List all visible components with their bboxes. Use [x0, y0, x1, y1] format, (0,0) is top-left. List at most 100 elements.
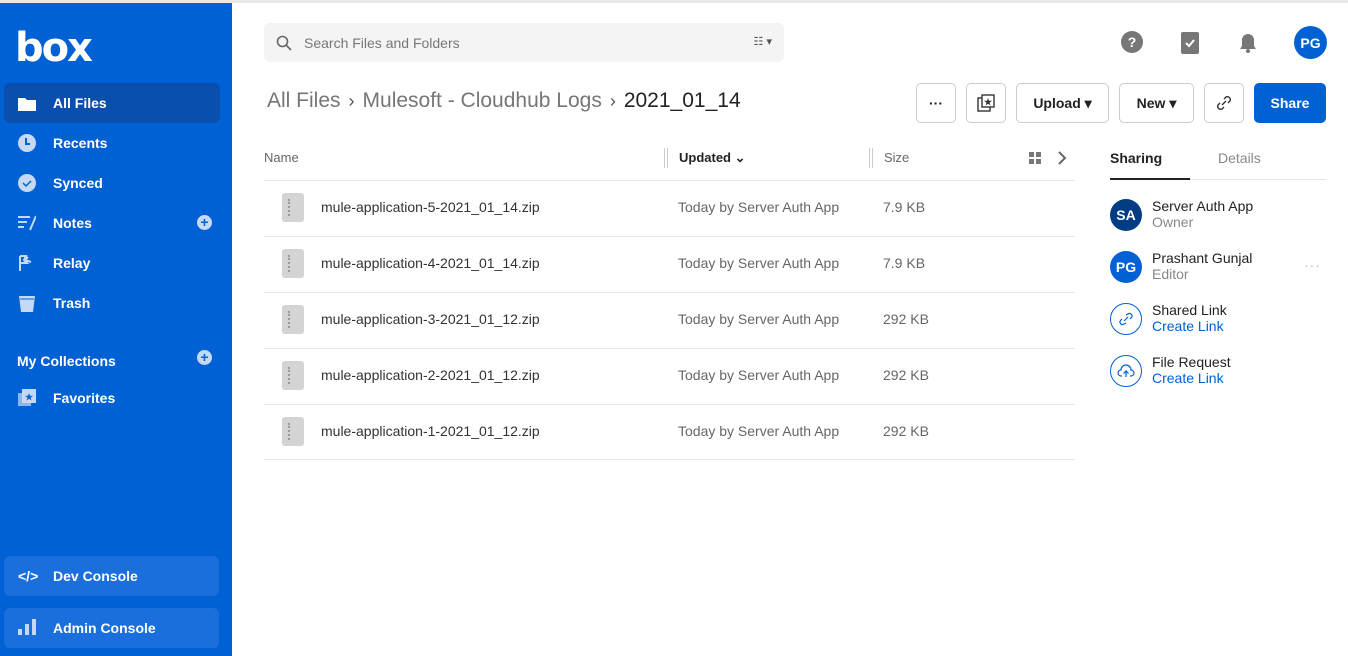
plus-icon[interactable]: +	[197, 350, 212, 365]
file-name[interactable]: mule-application-3-2021_01_12.zip	[321, 311, 540, 327]
table-row[interactable]: mule-application-5-2021_01_14.zip Today b…	[264, 180, 1074, 236]
help-icon[interactable]: ?	[1120, 30, 1144, 54]
folder-icon	[18, 94, 36, 112]
add-collection-button[interactable]: +	[4, 338, 220, 378]
admin-console-label: Admin Console	[53, 620, 156, 636]
link-icon	[1217, 96, 1231, 110]
table-row[interactable]: mule-application-4-2021_01_14.zip Today b…	[264, 236, 1074, 292]
sidebar-item-favorites[interactable]: ★ Favorites	[4, 378, 220, 418]
collaborator-role: Editor	[1152, 266, 1189, 282]
dev-console-button[interactable]: </> Dev Console	[4, 556, 219, 596]
avatar: SA	[1110, 199, 1142, 231]
zip-file-icon	[282, 193, 304, 222]
bar-chart-icon	[18, 618, 38, 638]
chevron-right-icon: ›	[348, 90, 355, 111]
chevron-right-icon: ›	[609, 90, 616, 111]
column-header-updated[interactable]: Updated ⌄	[679, 150, 746, 166]
search-icon	[276, 35, 292, 51]
tasks-icon[interactable]	[1178, 30, 1202, 54]
search-input[interactable]: Search Files and Folders ☷ ▾	[264, 23, 784, 62]
zip-file-icon	[282, 249, 304, 278]
file-updated: Today by Server Auth App	[678, 199, 840, 215]
admin-console-button[interactable]: Admin Console	[4, 608, 219, 648]
box-logo[interactable]: box	[15, 25, 93, 71]
avatar: PG	[1110, 251, 1142, 283]
file-name[interactable]: mule-application-1-2021_01_12.zip	[321, 423, 540, 439]
svg-text:★: ★	[25, 392, 34, 402]
collaborator-role: Owner	[1152, 214, 1194, 230]
cloud-upload-icon	[1110, 355, 1142, 387]
sidebar-item-label: Synced	[53, 175, 103, 191]
file-name[interactable]: mule-application-4-2021_01_14.zip	[321, 255, 540, 271]
divider	[264, 459, 1074, 460]
sidebar-item-all-files[interactable]: All Files	[4, 83, 220, 123]
user-avatar[interactable]: PG	[1294, 26, 1327, 59]
file-name[interactable]: mule-application-5-2021_01_14.zip	[321, 199, 540, 215]
filter-icon[interactable]: ☷ ▾	[754, 35, 772, 48]
sidebar-item-recents[interactable]: Recents	[4, 123, 220, 163]
file-request-title: File Request	[1152, 354, 1231, 370]
shared-link-section: Shared Link Create Link	[1110, 302, 1326, 343]
file-size: 292 KB	[883, 367, 929, 383]
breadcrumb: All Files › Mulesoft - Cloudhub Logs › 2…	[267, 89, 741, 113]
column-resize-handle[interactable]	[869, 148, 873, 168]
column-header-name[interactable]: Name	[264, 150, 299, 165]
new-button[interactable]: New ▾	[1119, 83, 1194, 123]
breadcrumb-all-files[interactable]: All Files	[267, 89, 341, 113]
collaborator-editor[interactable]: PG Prashant Gunjal Editor ···	[1110, 250, 1326, 291]
create-shared-link[interactable]: Create Link	[1152, 318, 1224, 334]
dev-console-label: Dev Console	[53, 568, 138, 584]
file-size: 292 KB	[883, 423, 929, 439]
svg-text:?: ?	[1128, 34, 1137, 50]
more-options-button[interactable]: ···	[916, 83, 956, 123]
collaborator-owner[interactable]: SA Server Auth App Owner	[1110, 198, 1326, 239]
table-row[interactable]: mule-application-2-2021_01_12.zip Today b…	[264, 348, 1074, 404]
collaborator-name: Prashant Gunjal	[1152, 250, 1253, 266]
file-size: 292 KB	[883, 311, 929, 327]
collaborator-more-button[interactable]: ···	[1304, 257, 1321, 273]
sidebar-item-label: Favorites	[53, 390, 116, 406]
sidebar-item-label: Notes	[53, 215, 92, 231]
sidebar-item-relay[interactable]: Relay	[4, 243, 220, 283]
link-icon	[1110, 303, 1142, 335]
file-name[interactable]: mule-application-2-2021_01_12.zip	[321, 367, 540, 383]
file-updated: Today by Server Auth App	[678, 311, 840, 327]
clock-icon	[18, 134, 36, 152]
relay-icon	[18, 254, 36, 272]
column-header-size[interactable]: Size	[884, 150, 909, 165]
add-note-icon[interactable]: +	[197, 215, 212, 230]
file-size: 7.9 KB	[883, 255, 926, 271]
add-to-collection-button[interactable]: ★	[966, 83, 1006, 123]
svg-text:★: ★	[984, 97, 993, 107]
sidebar-item-synced[interactable]: Synced	[4, 163, 220, 203]
grid-view-icon[interactable]	[1029, 152, 1041, 164]
share-button[interactable]: Share	[1254, 83, 1326, 123]
collection-star-icon: ★	[977, 94, 995, 112]
sidebar: box All Files Recents Synced Notes + Rel…	[0, 3, 232, 656]
file-size: 7.9 KB	[883, 199, 926, 215]
copy-link-button[interactable]	[1204, 83, 1244, 123]
tab-details[interactable]: Details	[1218, 150, 1261, 166]
breadcrumb-parent-folder[interactable]: Mulesoft - Cloudhub Logs	[363, 89, 602, 113]
trash-icon	[18, 294, 36, 312]
table-row[interactable]: mule-application-3-2021_01_12.zip Today b…	[264, 292, 1074, 348]
table-row[interactable]: mule-application-1-2021_01_12.zip Today b…	[264, 404, 1074, 460]
chevron-right-icon[interactable]	[1057, 151, 1067, 165]
notifications-bell-icon[interactable]	[1236, 30, 1260, 54]
column-resize-handle[interactable]	[664, 148, 668, 168]
favorites-icon: ★	[18, 389, 36, 407]
file-updated: Today by Server Auth App	[678, 367, 840, 383]
file-updated: Today by Server Auth App	[678, 423, 840, 439]
sidebar-item-notes[interactable]: Notes +	[4, 203, 220, 243]
file-updated: Today by Server Auth App	[678, 255, 840, 271]
sidebar-item-label: Recents	[53, 135, 108, 151]
sidebar-item-label: Trash	[53, 295, 91, 311]
zip-file-icon	[282, 417, 304, 446]
sidebar-item-label: Relay	[53, 255, 91, 271]
breadcrumb-current-folder: 2021_01_14	[623, 89, 741, 112]
tab-sharing[interactable]: Sharing	[1110, 150, 1162, 166]
upload-button[interactable]: Upload ▾	[1016, 83, 1109, 123]
create-file-request-link[interactable]: Create Link	[1152, 370, 1224, 386]
sidebar-item-trash[interactable]: Trash	[4, 283, 220, 323]
check-circle-icon	[18, 174, 36, 192]
